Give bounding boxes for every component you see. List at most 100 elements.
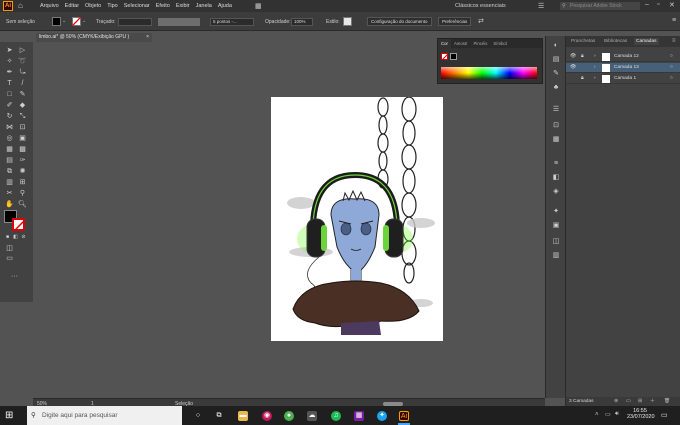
gradient-panel-icon[interactable]: ◧	[551, 174, 561, 182]
tray-chevron-icon[interactable]: ˄	[595, 412, 599, 418]
slice-tool-icon[interactable]: ✂	[5, 189, 14, 198]
menu-exibir[interactable]: Exibir	[176, 3, 190, 9]
none-mode-icon[interactable]: ⊘	[19, 233, 28, 242]
tab-pranchetas[interactable]: Pranchetas	[569, 38, 597, 45]
shaper-tool-icon[interactable]: ✐	[5, 101, 14, 110]
fill-swatch[interactable]	[52, 17, 61, 26]
chrome-icon[interactable]: ●	[284, 411, 294, 421]
free-transform-icon[interactable]: ⊡	[18, 123, 27, 132]
stroke-color-box[interactable]	[12, 218, 25, 231]
minimize-icon[interactable]: –	[645, 1, 649, 8]
layer-row[interactable]: 🔒︎ › Camada 1 ○	[566, 74, 680, 84]
menu-arquivo[interactable]: Arquivo	[40, 3, 59, 9]
expand-chevron-icon[interactable]: ›	[594, 74, 596, 84]
style-swatch[interactable]	[343, 17, 352, 26]
brushes-icon[interactable]: ✎	[551, 70, 561, 78]
maximize-icon[interactable]: ▫	[657, 1, 659, 8]
home-icon[interactable]: ⌂	[18, 2, 26, 10]
mesh-tool-icon[interactable]: ▩	[18, 145, 27, 154]
paintbrush-tool-icon[interactable]: ✎	[18, 90, 27, 99]
expand-chevron-icon[interactable]: ›	[594, 63, 596, 73]
pen-tool-icon[interactable]: ✒	[5, 68, 14, 77]
lock-icon[interactable]: 🔒︎	[581, 74, 584, 84]
symbols-icon[interactable]: ♣	[551, 84, 561, 92]
twitter-icon[interactable]: ✦	[377, 411, 387, 421]
expand-chevron-icon[interactable]: ›	[594, 52, 596, 62]
menu-janela[interactable]: Janela	[196, 3, 212, 9]
opacity-label[interactable]: Opacidade:	[265, 19, 291, 25]
stock-search-input[interactable]: ⚲ Pesquisar Adobe Stock	[560, 2, 640, 10]
stroke-weight-field[interactable]	[118, 18, 152, 26]
symbol-sprayer-icon[interactable]: ✺	[18, 167, 27, 176]
menu-tipo[interactable]: Tipo	[107, 3, 118, 9]
target-circle-icon[interactable]: ○	[670, 63, 673, 73]
clock[interactable]: 16:55 23/07/2020	[627, 408, 655, 420]
transform-panel-icon[interactable]: ⊡	[551, 122, 561, 130]
color-guide-icon[interactable]: ◐	[551, 42, 561, 50]
line-tool-icon[interactable]: /	[18, 79, 27, 88]
menu-selecionar[interactable]: Selecionar	[124, 3, 150, 9]
artboards-icon[interactable]: ▥	[551, 252, 561, 260]
workspace-switcher[interactable]: Clássicos essenciais	[455, 3, 506, 9]
blend-tool-icon[interactable]: ⧉	[5, 167, 14, 176]
illustrator-taskbar-icon[interactable]: Ai	[399, 411, 409, 421]
rotate-tool-icon[interactable]: ↻	[5, 112, 14, 121]
color-spectrum[interactable]	[441, 67, 537, 79]
width-tool-icon[interactable]: ⋈	[5, 123, 14, 132]
search-help-icon[interactable]: ☰	[538, 2, 544, 10]
appearance-icon[interactable]: ✦	[551, 208, 561, 216]
more-tools-icon[interactable]: ···	[10, 272, 19, 281]
document-tab[interactable]: limbo.ai* @ 50% (CMYK/Exibição GPU ) ×	[36, 33, 152, 42]
screen-mode-icon[interactable]: ▭	[5, 254, 14, 263]
visibility-eye-icon[interactable]: 👁︎	[570, 63, 576, 73]
align-icon[interactable]: ▦	[551, 136, 561, 144]
hand-tool-icon[interactable]: ✋	[5, 200, 14, 209]
variable-width-profile[interactable]	[158, 18, 200, 26]
chevron-down-icon[interactable]: ⌄	[62, 18, 66, 24]
stroke-none-swatch[interactable]	[441, 53, 448, 60]
lasso-icon[interactable]: ➰	[18, 57, 27, 66]
shape-builder-icon[interactable]: ◎	[5, 134, 14, 143]
layers-icon[interactable]: ◫	[551, 238, 561, 246]
preferences-button[interactable]: Preferências	[438, 17, 472, 26]
tab-camadas[interactable]: Camadas	[634, 38, 659, 45]
curvature-tool-icon[interactable]: ⤿	[18, 68, 27, 77]
transparency-icon[interactable]: ◈	[551, 188, 561, 196]
layer-name[interactable]: Camada 12	[614, 52, 639, 62]
cc-libraries-icon[interactable]: ▤	[551, 56, 561, 64]
chevron-down-icon[interactable]: ⌄	[82, 18, 86, 24]
volume-icon[interactable]: 🔊︎	[615, 411, 619, 418]
magic-wand-icon[interactable]: ✧	[5, 57, 14, 66]
layer-name[interactable]: Camada 13	[614, 63, 639, 73]
close-tab-icon[interactable]: ×	[146, 33, 149, 42]
scale-tool-icon[interactable]: ⤡	[18, 112, 27, 121]
task-view-icon[interactable]: ⧉	[214, 411, 224, 421]
layer-name[interactable]: Camada 1	[614, 74, 636, 84]
app-cloud-icon[interactable]: ☁	[307, 411, 317, 421]
zoom-tool-icon[interactable]: ⚲	[18, 189, 27, 198]
direct-selection-tool-icon[interactable]: ▷	[18, 46, 27, 55]
lock-icon[interactable]: 🔒︎	[581, 52, 584, 62]
target-circle-icon[interactable]: ○	[670, 52, 673, 62]
tab-pinceis[interactable]: Pincéis	[471, 39, 491, 48]
draw-mode-icon[interactable]: ◫	[5, 244, 14, 253]
menu-efeito[interactable]: Efeito	[156, 3, 170, 9]
spotify-icon[interactable]: ♫	[331, 411, 341, 421]
menu-editar[interactable]: Editar	[65, 3, 79, 9]
eyedropper-icon[interactable]: ✑	[18, 156, 27, 165]
layer-row[interactable]: 👁︎ › Camada 13 ○	[566, 63, 680, 73]
app-pink-icon[interactable]: ◉	[262, 411, 272, 421]
graph-tool-icon[interactable]: ▥	[5, 178, 14, 187]
rectangle-tool-icon[interactable]: □	[5, 90, 14, 99]
tab-bibliotecas[interactable]: Bibliotecas	[602, 38, 629, 45]
network-icon[interactable]: ▭	[605, 411, 611, 418]
stroke-panel-icon[interactable]: ≡	[551, 160, 561, 168]
notifications-icon[interactable]: ▭	[661, 411, 668, 419]
document-setup-button[interactable]: Configuração do documento	[367, 17, 432, 26]
opacity-field[interactable]: 100%	[291, 18, 313, 26]
target-circle-icon[interactable]: ○	[670, 74, 673, 84]
stroke-swatch[interactable]	[72, 17, 81, 26]
taskbar-search-input[interactable]: ⚲ Digite aqui para pesquisar	[27, 406, 182, 425]
zoom-icon[interactable]: 🔍︎	[18, 200, 27, 209]
type-tool-icon[interactable]: T	[5, 79, 14, 88]
